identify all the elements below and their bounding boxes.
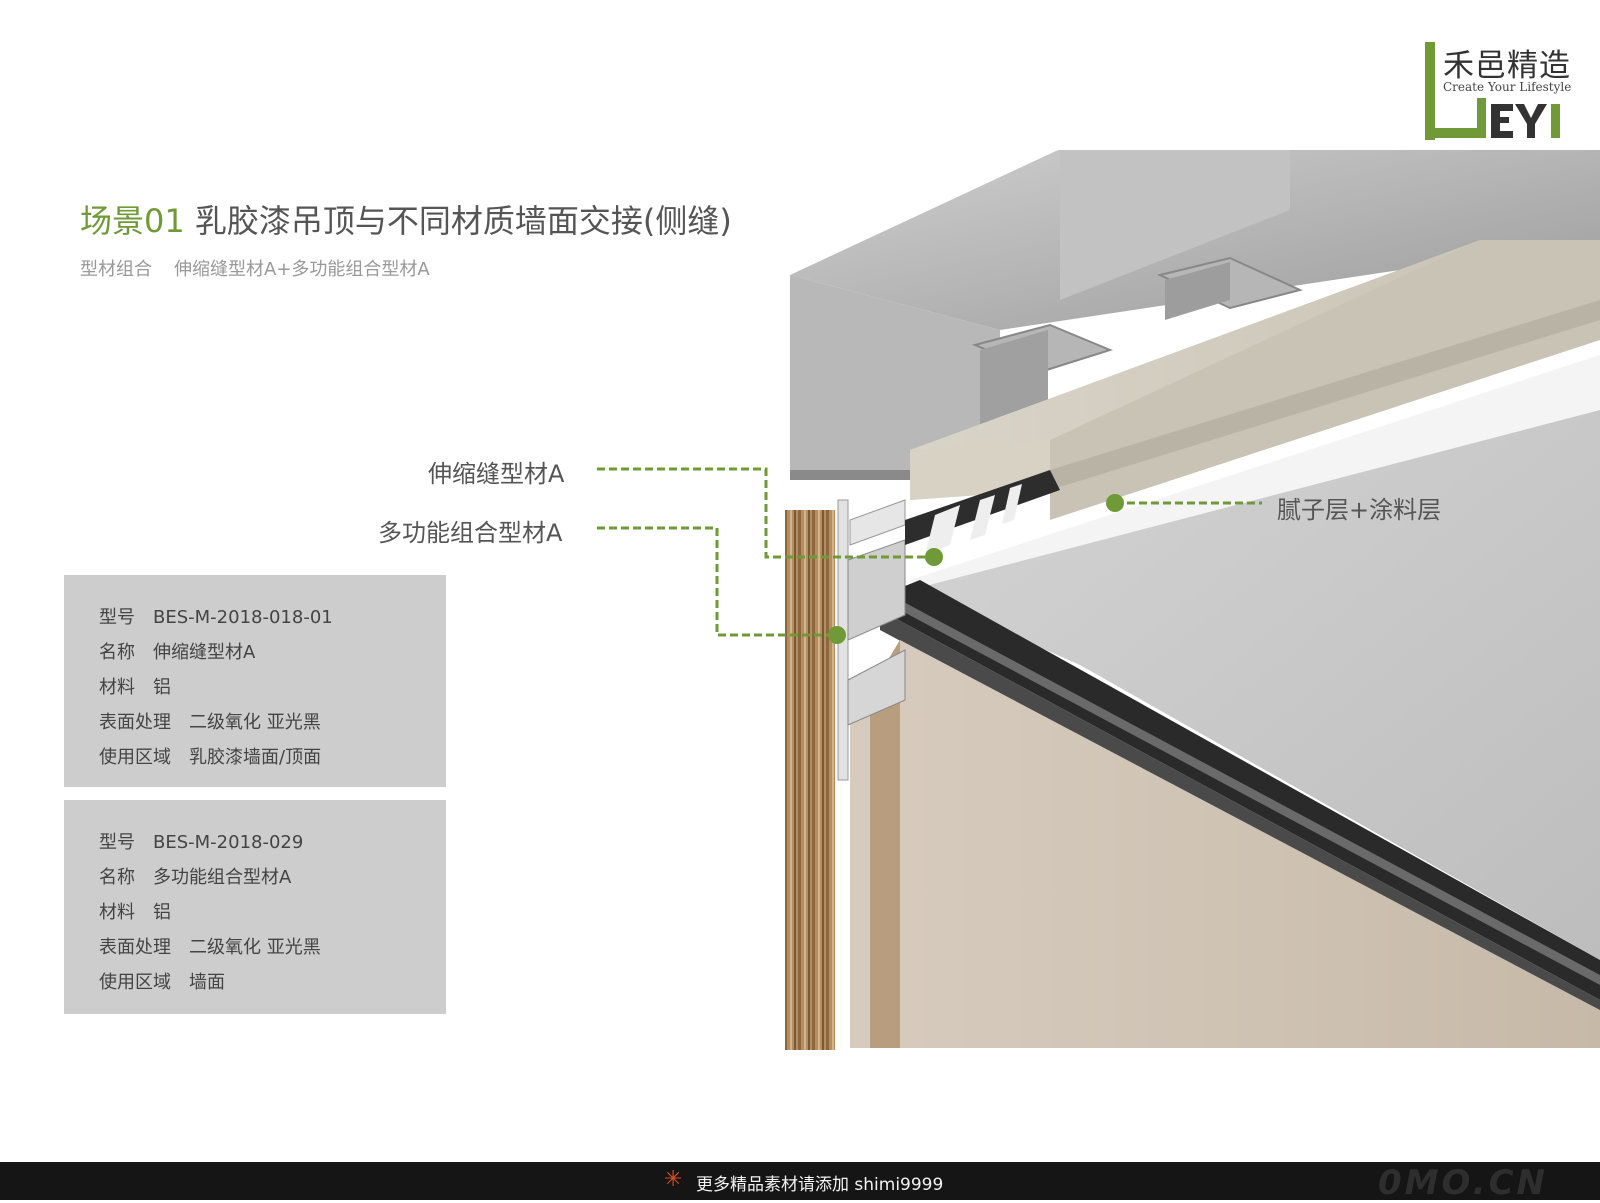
spec-row-name: 名称 伸缩缝型材A [99, 642, 256, 663]
spec-row-finish: 表面处理 二级氧化 亚光黑 [99, 937, 321, 958]
callout-dot-expansion [925, 548, 943, 566]
spec-panel-expansion-profile: 型号 BES-M-2018-018-01 名称 伸缩缝型材A 材料铝 表面处理 二级氧… [64, 575, 446, 787]
callout-dot-putty [1106, 494, 1124, 512]
spec-row-material: 材料铝 [99, 677, 171, 698]
spec-row-name: 名称 多功能组合型材A [99, 867, 292, 888]
footer-watermark: 0MO.CN [1378, 1163, 1548, 1203]
spec-row-model: 型号 BES-M-2018-018-01 [99, 607, 333, 628]
spec-row-model: 型号 BES-M-2018-029 [99, 832, 304, 853]
callout-dot-multifunction [828, 626, 846, 644]
callout-putty-layer: 腻子层+涂料层 [1277, 496, 1442, 524]
spec-row-finish: 表面处理 二级氧化 亚光黑 [99, 712, 321, 733]
footer-bar: ✳ 更多精品素材请添加 shimi9999 0MO.CN [0, 1162, 1600, 1203]
callout-expansion-profile: 伸缩缝型材A [428, 460, 565, 488]
spec-row-usage: 使用区域 墙面 [99, 972, 225, 993]
spec-panel-multifunction-profile: 型号 BES-M-2018-029 名称 多功能组合型材A 材料铝 表面处理 二级氧化… [64, 800, 446, 1014]
footer-text: 更多精品素材请添加 shimi9999 [696, 1175, 944, 1195]
spec-row-usage: 使用区域 乳胶漆墙面/顶面 [99, 747, 322, 768]
callout-multifunction-profile: 多功能组合型材A [378, 519, 563, 547]
asterisk-icon: ✳ [664, 1167, 683, 1192]
spec-row-material: 材料铝 [99, 902, 171, 923]
